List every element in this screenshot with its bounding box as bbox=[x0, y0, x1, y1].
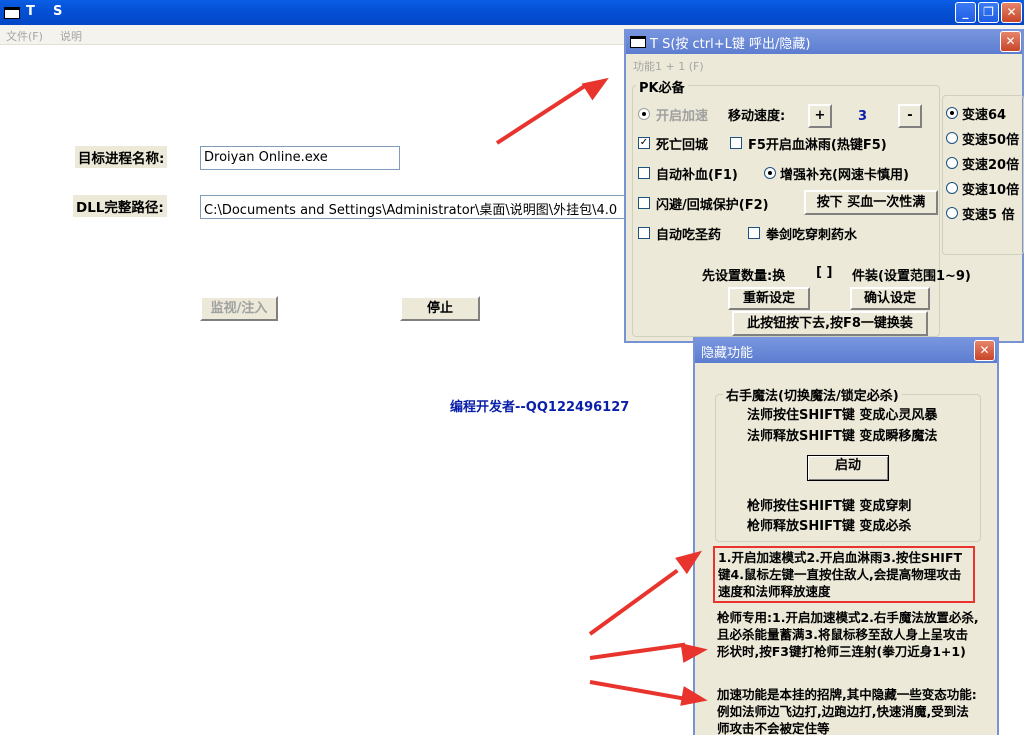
set-count-suffix: 件装(设置范围1~9) bbox=[852, 269, 971, 284]
confirm-button[interactable]: 确认设定 bbox=[850, 287, 930, 310]
close-button[interactable]: ✕ bbox=[1001, 2, 1022, 23]
menu-help[interactable]: 说明 bbox=[60, 28, 82, 44]
annotation-arrow-1 bbox=[495, 82, 589, 145]
dll-path-field[interactable]: C:\Documents and Settings\Administrator\… bbox=[200, 195, 630, 219]
minimize-button[interactable]: _ bbox=[955, 2, 976, 23]
right-hand-magic-title: 右手魔法(切换魔法/锁定必杀) bbox=[723, 385, 902, 404]
speed-option-20: 变速20倍 bbox=[962, 158, 1020, 173]
speed-option-5-radio[interactable] bbox=[946, 207, 958, 219]
note-accel-speed: 1.开启加速模式2.开启血淋雨3.按住SHIFT键4.鼠标左键一直按住敌人,会提… bbox=[713, 546, 975, 603]
death-return-checkbox[interactable]: ✓ bbox=[638, 137, 650, 149]
speed-option-5: 变速5 倍 bbox=[962, 208, 1015, 223]
ts-window-title: T S(按 ctrl+L键 呼出/隐藏) bbox=[650, 37, 811, 52]
speed-option-20-radio[interactable] bbox=[946, 157, 958, 169]
ts-title-bar[interactable]: T S(按 ctrl+L键 呼出/隐藏) ✕ bbox=[626, 29, 1022, 54]
menu-file[interactable]: 文件(F) bbox=[6, 28, 43, 44]
ts-window: T S(按 ctrl+L键 呼出/隐藏) ✕ 功能1 + 1 (F) PK必备 … bbox=[624, 29, 1024, 343]
annotation-arrowhead-3 bbox=[680, 639, 710, 663]
f5-blood-rain-label: F5开启血淋雨(热键F5) bbox=[748, 138, 887, 153]
set-count-prefix: 先设置数量:换 bbox=[702, 269, 786, 284]
f8-outfit-button[interactable]: 此按钮按下去,按F8一键换装 bbox=[732, 311, 928, 336]
hide-close-button[interactable]: ✕ bbox=[974, 340, 995, 361]
enhanced-heal-label: 增强补充(网速卡慎用) bbox=[780, 168, 909, 183]
speed-plus-button[interactable]: + bbox=[808, 104, 832, 128]
annotation-arrowhead-1 bbox=[581, 69, 615, 101]
start-button[interactable]: 启动 bbox=[807, 455, 889, 481]
monitor-inject-button[interactable]: 监视/注入 bbox=[200, 296, 278, 321]
stop-button[interactable]: 停止 bbox=[400, 296, 480, 321]
ts-menu-function[interactable]: 功能1 + 1 (F) bbox=[633, 58, 704, 74]
speed-label: 移动速度: bbox=[728, 109, 786, 124]
process-name-field[interactable]: Droiyan Online.exe bbox=[200, 146, 400, 170]
pk-group-title: PK必备 bbox=[636, 77, 688, 96]
auto-heal-checkbox[interactable] bbox=[638, 167, 650, 179]
fist-sword-potion-checkbox[interactable] bbox=[748, 227, 760, 239]
annotation-arrow-2 bbox=[588, 568, 679, 636]
annotation-arrow-3 bbox=[589, 642, 686, 660]
hide-title-bar[interactable]: 隐藏功能 ✕ bbox=[695, 337, 997, 363]
dodge-protect-checkbox[interactable] bbox=[638, 197, 650, 209]
death-return-label: 死亡回城 bbox=[656, 138, 709, 153]
speed-minus-button[interactable]: - bbox=[898, 104, 922, 128]
set-count-input[interactable]: [ ] bbox=[816, 265, 832, 280]
buy-blood-button[interactable]: 按下 买血一次性满 bbox=[804, 190, 938, 215]
note-gunner: 枪师专用:1.开启加速模式2.右手魔法放置必杀,且必杀能量蓄满3.将鼠标移至敌人… bbox=[717, 609, 979, 660]
main-window-title: T S bbox=[26, 4, 63, 19]
auto-holy-pill-checkbox[interactable] bbox=[638, 227, 650, 239]
speed-option-64: 变速64 bbox=[962, 108, 1007, 123]
annotation-arrowhead-4 bbox=[680, 686, 710, 711]
note-gunner-text: 枪师专用:1.开启加速模式2.右手魔法放置必杀,且必杀能量蓄满3.将鼠标移至敌人… bbox=[717, 610, 979, 659]
annotation-arrow-4 bbox=[589, 680, 685, 701]
note-accel-speed-text: 1.开启加速模式2.开启血淋雨3.按住SHIFT键4.鼠标左键一直按住敌人,会提… bbox=[718, 550, 963, 599]
accel-radio[interactable] bbox=[638, 108, 650, 120]
gunner-release-shift-text: 枪师释放SHIFT键 变成必杀 bbox=[747, 519, 912, 534]
auto-heal-label: 自动补血(F1) bbox=[656, 168, 738, 183]
note-accel-feature-text: 加速功能是本挂的招牌,其中隐藏一些变态功能:例如法师边飞边打,边跑边打,快速消魔… bbox=[717, 687, 977, 736]
speed-option-50: 变速50倍 bbox=[962, 133, 1020, 148]
hide-window: 隐藏功能 ✕ 右手魔法(切换魔法/锁定必杀) 法师按住SHIFT键 变成心灵风暴… bbox=[693, 337, 999, 737]
enhanced-heal-radio[interactable] bbox=[764, 167, 776, 179]
auto-holy-pill-label: 自动吃圣药 bbox=[656, 228, 722, 243]
speed-value: 3 bbox=[858, 109, 868, 124]
mage-release-shift-text: 法师释放SHIFT键 变成瞬移魔法 bbox=[747, 429, 938, 444]
dll-path-label: DLL完整路径: bbox=[73, 195, 167, 217]
speed-option-10-radio[interactable] bbox=[946, 182, 958, 194]
hide-window-title: 隐藏功能 bbox=[701, 346, 754, 361]
app-icon bbox=[4, 7, 20, 19]
developer-label: 编程开发者--QQ122496127 bbox=[450, 400, 630, 415]
reset-button[interactable]: 重新设定 bbox=[728, 287, 810, 310]
fist-sword-potion-label: 拳剑吃穿刺药水 bbox=[766, 228, 858, 243]
process-name-label: 目标进程名称: bbox=[75, 146, 168, 168]
note-accel-feature: 加速功能是本挂的招牌,其中隐藏一些变态功能:例如法师边飞边打,边跑边打,快速消魔… bbox=[717, 686, 979, 737]
speed-option-10: 变速10倍 bbox=[962, 183, 1020, 198]
speed-option-64-radio[interactable] bbox=[946, 107, 958, 119]
ts-app-icon bbox=[630, 36, 646, 48]
main-title-bar[interactable]: T S _ ❐ ✕ bbox=[0, 0, 1024, 25]
f5-blood-rain-checkbox[interactable] bbox=[730, 137, 742, 149]
maximize-button[interactable]: ❐ bbox=[978, 2, 999, 23]
dodge-protect-label: 闪避/回城保护(F2) bbox=[656, 198, 769, 213]
speed-option-50-radio[interactable] bbox=[946, 132, 958, 144]
mage-hold-shift-text: 法师按住SHIFT键 变成心灵风暴 bbox=[747, 408, 938, 423]
ts-close-button[interactable]: ✕ bbox=[1000, 31, 1021, 52]
gunner-hold-shift-text: 枪师按住SHIFT键 变成穿刺 bbox=[747, 499, 912, 514]
accel-label: 开启加速 bbox=[656, 109, 709, 124]
